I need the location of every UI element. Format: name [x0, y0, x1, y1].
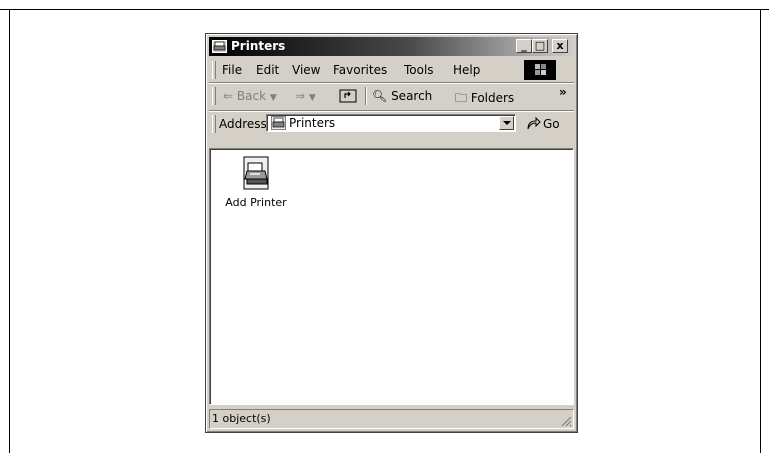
address-label: Address [219, 117, 267, 131]
printers-window: Printers _ □ x File Edit View Favorites … [205, 33, 578, 433]
search-label: Search [391, 89, 433, 103]
window-title: Printers [231, 39, 286, 53]
back-button[interactable]: ⇐ Back ▼ [223, 89, 277, 103]
document-top-border [0, 0, 769, 18]
menu-file[interactable]: File [222, 63, 242, 77]
toolbar-separator [365, 87, 367, 105]
resize-grip-icon[interactable] [560, 415, 572, 427]
back-label: Back [236, 89, 267, 103]
folders-label: Folders [470, 91, 515, 105]
printer-folder-icon [212, 40, 227, 53]
up-folder-icon [339, 89, 357, 103]
address-value: Printers [289, 116, 336, 130]
add-printer-label: Add Printer [225, 196, 287, 209]
menu-bar: File Edit View Favorites Tools Help [209, 59, 574, 81]
frame-top-line [0, 9, 769, 10]
add-printer-icon [243, 156, 269, 190]
menu-help[interactable]: Help [453, 63, 480, 77]
menu-favorites[interactable]: Favorites [333, 63, 387, 77]
address-input[interactable]: Printers [266, 114, 516, 132]
folders-button[interactable]: 🗀︎ Folders [455, 89, 514, 110]
toolbar-overflow-chevron[interactable]: » [559, 85, 567, 99]
frame-right-line [760, 9, 761, 453]
search-icon: 🔍︎ [372, 89, 388, 103]
up-folder-button[interactable] [339, 87, 357, 106]
printer-folder-icon [271, 116, 286, 130]
menu-edit[interactable]: Edit [256, 63, 279, 77]
windows-logo-icon [524, 60, 556, 80]
menu-view[interactable]: View [292, 63, 320, 77]
title-bar[interactable]: Printers _ □ x [209, 37, 574, 56]
back-dropdown-icon: ▼ [269, 93, 277, 103]
menu-tools[interactable]: Tools [404, 63, 434, 77]
address-dropdown-button[interactable] [499, 116, 514, 130]
forward-button[interactable]: ⇒ ▼ [295, 89, 316, 103]
go-arrow-icon [527, 116, 541, 130]
close-button[interactable]: x [552, 39, 568, 53]
status-text: 1 object(s) [212, 412, 271, 425]
add-printer-item[interactable]: Add Printer [216, 155, 296, 209]
standard-toolbar: ⇐ Back ▼ ⇒ ▼ 🔍︎ Search 🗀︎ Folders » [209, 84, 574, 108]
menu-grip[interactable] [212, 61, 216, 79]
forward-dropdown-icon: ▼ [308, 93, 316, 103]
go-button[interactable]: Go [523, 115, 569, 133]
address-grip[interactable] [212, 115, 216, 133]
toolbar-grip[interactable] [212, 87, 216, 105]
status-bar: 1 object(s) [209, 409, 574, 429]
back-arrow-icon: ⇐ [223, 89, 234, 103]
file-view-pane[interactable]: Add Printer [209, 148, 574, 405]
go-label: Go [543, 117, 560, 131]
maximize-button[interactable]: □ [532, 39, 548, 53]
search-button[interactable]: 🔍︎ Search [372, 89, 432, 103]
folders-icon: 🗀︎ [455, 91, 468, 105]
forward-arrow-icon: ⇒ [295, 89, 306, 103]
address-bar: Address Printers Go [209, 112, 574, 136]
frame-left-line [9, 9, 10, 453]
minimize-button[interactable]: _ [516, 39, 532, 53]
